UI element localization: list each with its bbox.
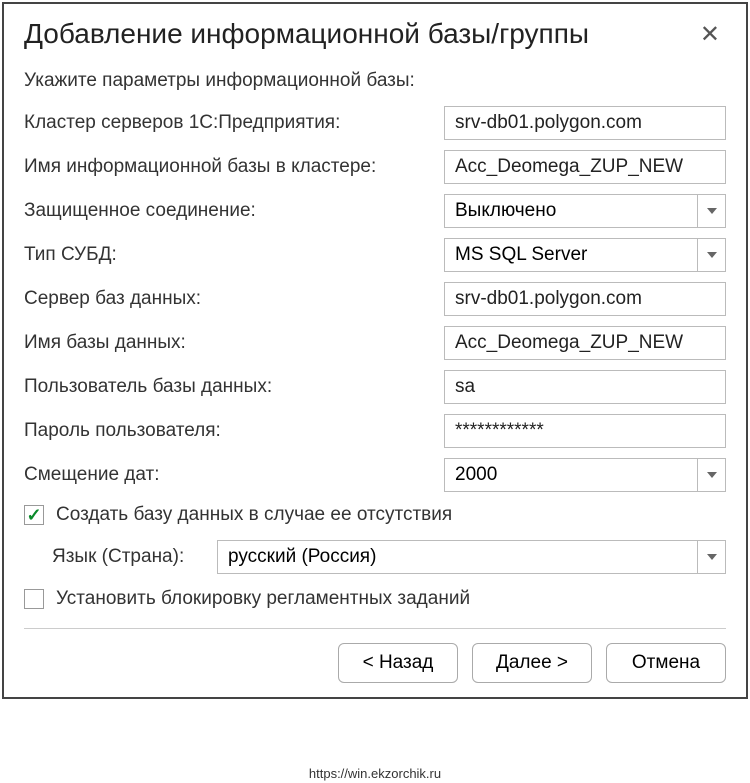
select-secure-value: Выключено (444, 194, 698, 228)
label-db-pass: Пароль пользователя: (24, 420, 444, 442)
cancel-button[interactable]: Отмена (606, 643, 726, 683)
dialog-window: Добавление информационной базы/группы ✕ … (2, 2, 748, 699)
label-cluster: Кластер серверов 1С:Предприятия: (24, 112, 444, 134)
label-date-offset: Смещение дат: (24, 464, 444, 486)
select-date-offset-value: 2000 (444, 458, 698, 492)
titlebar: Добавление информационной базы/группы ✕ (4, 4, 746, 60)
select-language[interactable]: русский (Россия) (217, 540, 726, 574)
close-icon[interactable]: ✕ (694, 20, 726, 49)
label-dbms: Тип СУБД: (24, 244, 444, 266)
select-date-offset[interactable]: 2000 (444, 458, 726, 492)
row-date-offset: Смещение дат: 2000 (24, 458, 726, 492)
select-secure[interactable]: Выключено (444, 194, 726, 228)
select-dbms-value: MS SQL Server (444, 238, 698, 272)
subtitle: Укажите параметры информационной базы: (24, 70, 726, 92)
row-db-server: Сервер баз данных: (24, 282, 726, 316)
row-cluster: Кластер серверов 1С:Предприятия: (24, 106, 726, 140)
select-dbms[interactable]: MS SQL Server (444, 238, 726, 272)
back-button[interactable]: < Назад (338, 643, 458, 683)
row-language: Язык (Страна): русский (Россия) (24, 540, 726, 574)
chevron-down-icon[interactable] (698, 238, 726, 272)
row-ib-name: Имя информационной базы в кластере: (24, 150, 726, 184)
input-db-name[interactable] (444, 326, 726, 360)
divider (24, 628, 726, 629)
input-ib-name[interactable] (444, 150, 726, 184)
label-db-name: Имя базы данных: (24, 332, 444, 354)
input-db-user[interactable] (444, 370, 726, 404)
chevron-down-icon[interactable] (698, 458, 726, 492)
dialog-content: Укажите параметры информационной базы: К… (4, 60, 746, 697)
row-secure: Защищенное соединение: Выключено (24, 194, 726, 228)
row-create-db: ✓ Создать базу данных в случае ее отсутс… (24, 504, 726, 526)
chevron-down-icon[interactable] (698, 540, 726, 574)
row-db-name: Имя базы данных: (24, 326, 726, 360)
row-dbms: Тип СУБД: MS SQL Server (24, 238, 726, 272)
label-lock-jobs: Установить блокировку регламентных задан… (56, 588, 470, 610)
checkbox-create-db[interactable]: ✓ (24, 505, 44, 525)
label-language: Язык (Страна): (52, 546, 217, 568)
label-ib-name: Имя информационной базы в кластере: (24, 156, 444, 178)
row-db-pass: Пароль пользователя: (24, 414, 726, 448)
input-cluster[interactable] (444, 106, 726, 140)
next-button[interactable]: Далее > (472, 643, 592, 683)
row-db-user: Пользователь базы данных: (24, 370, 726, 404)
button-bar: < Назад Далее > Отмена (24, 643, 726, 683)
dialog-title: Добавление информационной базы/группы (24, 18, 589, 50)
select-language-value: русский (Россия) (217, 540, 698, 574)
checkbox-lock-jobs[interactable] (24, 589, 44, 609)
row-lock-jobs: Установить блокировку регламентных задан… (24, 588, 726, 610)
input-db-pass[interactable] (444, 414, 726, 448)
label-db-server: Сервер баз данных: (24, 288, 444, 310)
source-url: https://win.ekzorchik.ru (309, 766, 441, 781)
label-create-db: Создать базу данных в случае ее отсутств… (56, 504, 452, 526)
check-icon: ✓ (26, 506, 41, 524)
label-db-user: Пользователь базы данных: (24, 376, 444, 398)
input-db-server[interactable] (444, 282, 726, 316)
chevron-down-icon[interactable] (698, 194, 726, 228)
label-secure: Защищенное соединение: (24, 200, 444, 222)
